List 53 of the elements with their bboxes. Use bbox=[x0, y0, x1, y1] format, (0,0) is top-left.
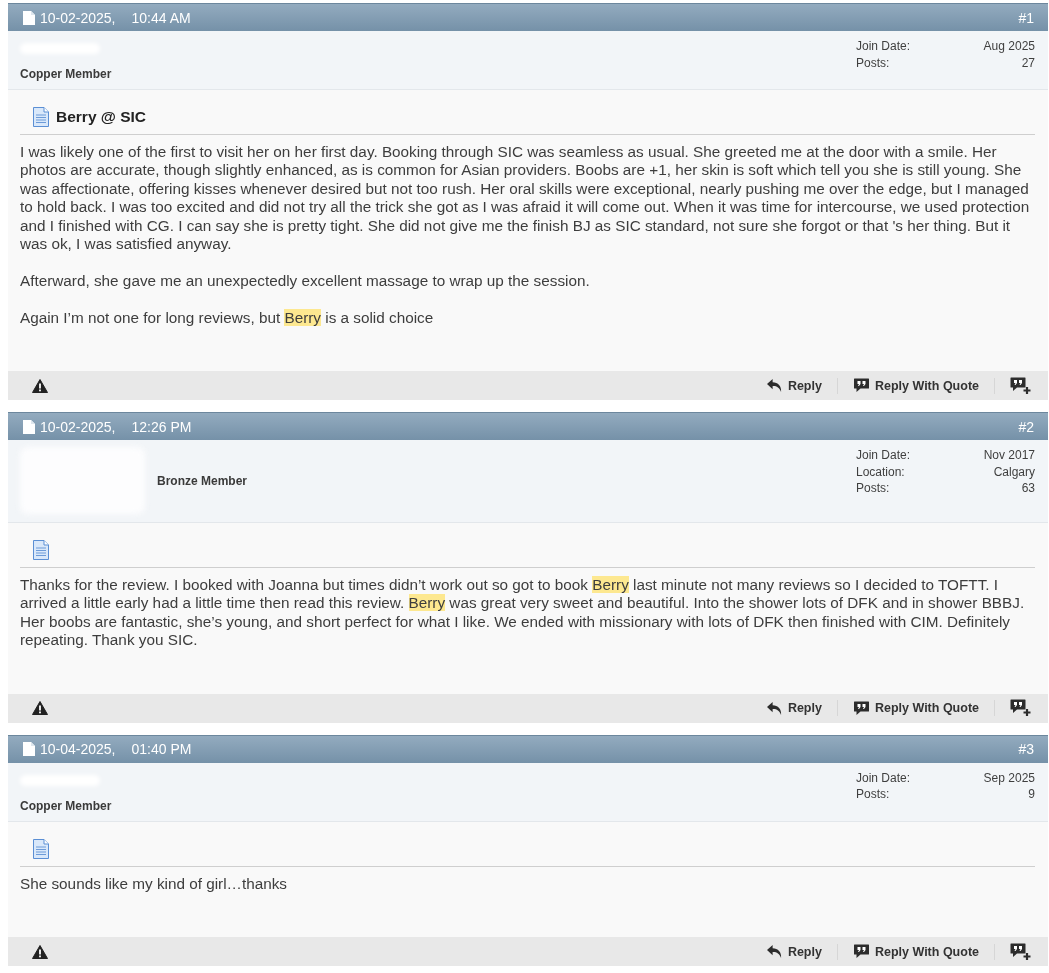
member-rank: Copper Member bbox=[20, 798, 112, 813]
post-date: 10-02-2025, bbox=[40, 418, 116, 435]
curved-arrow-icon bbox=[765, 944, 783, 960]
document-icon bbox=[23, 10, 35, 25]
stat-value: Nov 2017 bbox=[982, 447, 1035, 464]
stat-value: Aug 2025 bbox=[982, 38, 1035, 55]
member-rank: Bronze Member bbox=[157, 473, 248, 488]
post-time: 12:26 PM bbox=[131, 418, 192, 435]
post-date: 10-02-2025, bbox=[40, 9, 116, 26]
post-paragraph: I was likely one of the first to visit her on her first day. Booking through SIC was seamless as usual. She greeted me at the door with a smile. Her photos are accurate, though slightly enhanced, as is common for Asian providers. Boobs are +1, her skin is soft which tell you she is still young. She was affectionate, offering kisses whenever desired but not too rush. Her oral skills were exceptional, nearly pushing me over the edge, but I managed to hold back. I was too excited and did not try all the trick she got as I was afraid it will come out. When it was time for intercourse, we used protection and I finished with CG. I can say she is pretty tight. She did not give me the finish BJ as SIC standard, not sure she forgot or that 's her thing. But it was ok, I was satisfied anyway. bbox=[20, 143, 1031, 254]
multi-quote-icon[interactable] bbox=[1010, 942, 1032, 961]
document-icon bbox=[33, 540, 49, 561]
stat-value: Calgary bbox=[992, 463, 1035, 481]
document-icon bbox=[33, 838, 49, 859]
stat-label: Posts: bbox=[856, 786, 891, 803]
document-icon bbox=[23, 742, 35, 757]
stat-label: Posts: bbox=[856, 480, 891, 497]
stat-value: 27 bbox=[1020, 54, 1035, 71]
stat-label: Location: bbox=[856, 463, 906, 481]
reply-button[interactable]: Reply bbox=[765, 944, 822, 960]
stat-value: 9 bbox=[1027, 786, 1035, 803]
reply-with-quote-button[interactable]: Reply With Quote bbox=[852, 700, 979, 716]
stat-label: Join Date: bbox=[856, 769, 912, 787]
warning-icon[interactable] bbox=[32, 378, 48, 393]
post-title: Berry @ SIC bbox=[56, 108, 147, 126]
reply-button[interactable]: Reply bbox=[765, 700, 822, 716]
curved-arrow-icon bbox=[765, 700, 783, 716]
warning-icon[interactable] bbox=[32, 701, 48, 716]
post-paragraph: Again I’m not one for long reviews, but Berry is a solid choice bbox=[20, 308, 435, 328]
document-icon bbox=[33, 107, 49, 127]
reply-button[interactable]: Reply bbox=[765, 378, 822, 394]
stat-value: 63 bbox=[1020, 480, 1035, 497]
reply-with-quote-button[interactable]: Reply With Quote bbox=[852, 378, 979, 394]
post-date: 10-04-2025, bbox=[40, 741, 116, 758]
post-paragraph: Thanks for the review. I booked with Joanna but times didn’t work out so got to book Berry last minute not many reviews so I decided to TOFTT. I arrived a little early had a little time then read this review. Berry was great very sweet and beautiful. Into the shower lots of DFK and in shower BBBJ. Her boobs are fantastic, she’s young, and short perfect for what I like. We ended with missionary with lots of DFK then finished with CIM. Definitely repeating. Thank you SIC. bbox=[20, 576, 1026, 650]
stat-label: Join Date: bbox=[856, 447, 912, 464]
stat-label: Posts: bbox=[856, 54, 891, 71]
curved-arrow-icon bbox=[765, 378, 783, 394]
post-time: 01:40 PM bbox=[131, 741, 192, 758]
quote-bubble-icon bbox=[852, 944, 870, 960]
multi-quote-icon[interactable] bbox=[1010, 699, 1032, 718]
warning-icon[interactable] bbox=[32, 944, 48, 959]
multi-quote-icon[interactable] bbox=[1010, 376, 1032, 395]
post-paragraph: She sounds like my kind of girl…thanks bbox=[20, 874, 288, 894]
document-icon bbox=[23, 419, 35, 434]
quote-bubble-icon bbox=[852, 700, 870, 716]
reply-with-quote-button[interactable]: Reply With Quote bbox=[852, 944, 979, 960]
post-paragraph: Afterward, she gave me an unexpectedly excellent massage to wrap up the session. bbox=[20, 271, 591, 291]
member-rank: Copper Member bbox=[20, 67, 112, 81]
stat-label: Join Date: bbox=[856, 38, 912, 55]
post-time: 10:44 AM bbox=[131, 9, 191, 26]
stat-value: Sep 2025 bbox=[982, 769, 1035, 787]
quote-bubble-icon bbox=[852, 378, 870, 394]
